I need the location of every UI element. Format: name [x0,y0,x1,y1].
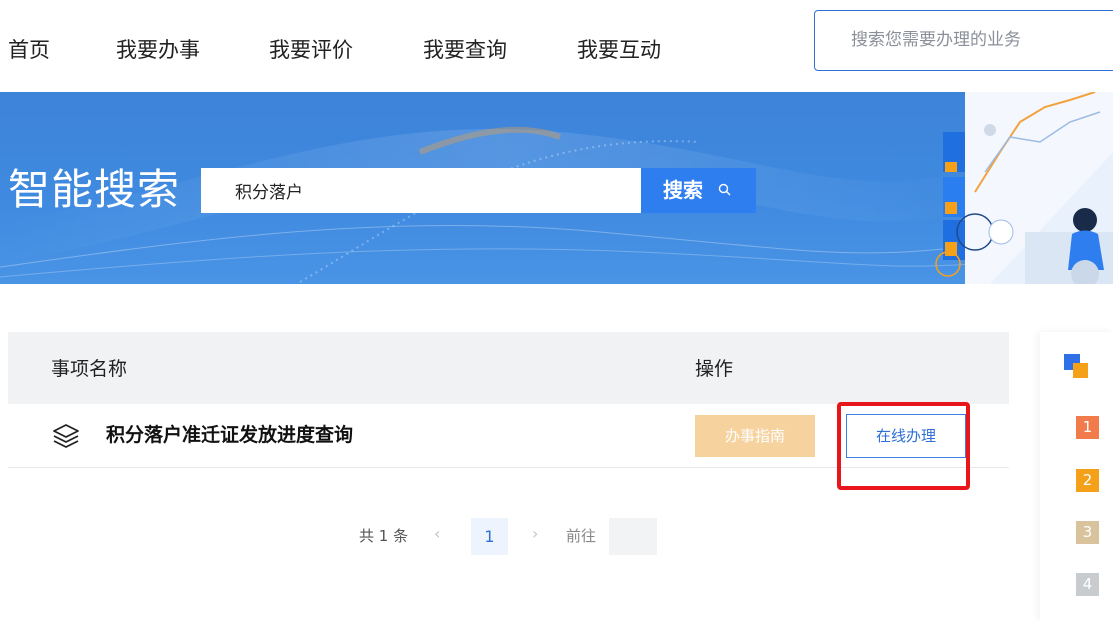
guide-button[interactable]: 办事指南 [695,415,815,457]
banner-search-input[interactable] [201,168,641,213]
ranking-logo-icon [1064,354,1088,378]
search-button[interactable]: 搜索 [641,168,756,213]
top-search-input[interactable] [849,29,1113,51]
header-operation: 操作 [695,358,734,380]
item-name[interactable]: 积分落户准迁证发放进度查询 [106,422,353,449]
nav-interact[interactable]: 我要互动 [577,36,661,64]
next-page-button[interactable]: › [532,524,538,543]
results-table-header: 事项名称 操作 [8,332,1009,404]
rank-badge-2: 2 [1076,469,1099,492]
page-number-current[interactable]: 1 [471,518,508,555]
prev-page-button[interactable]: ‹ [434,524,440,543]
nav-query[interactable]: 我要查询 [423,36,507,64]
banner-title: 智能搜索 [8,165,181,214]
search-banner: 智能搜索 搜索 [0,92,1113,284]
goto-label: 前往 [566,527,597,545]
rank-badge-3: 3 [1076,521,1099,544]
rank-badge-4: 4 [1076,573,1099,596]
search-icon [718,183,731,196]
goto-page-input[interactable] [609,518,657,555]
layers-icon [53,424,79,448]
online-apply-button[interactable]: 在线办理 [846,414,966,458]
pagination-total: 共 1 条 [359,527,409,545]
header-item-name: 事项名称 [51,358,128,380]
top-navigation: 首页 我要办事 我要评价 我要查询 我要互动 [0,0,1113,92]
top-search-box[interactable] [814,10,1113,71]
nav-evaluate[interactable]: 我要评价 [269,36,353,64]
table-row: 积分落户准迁证发放进度查询 办事指南 在线办理 [8,404,1009,468]
nav-services[interactable]: 我要办事 [116,36,200,64]
rank-badge-1: 1 [1076,416,1099,439]
nav-home[interactable]: 首页 [8,36,50,64]
search-button-label: 搜索 [663,178,703,202]
